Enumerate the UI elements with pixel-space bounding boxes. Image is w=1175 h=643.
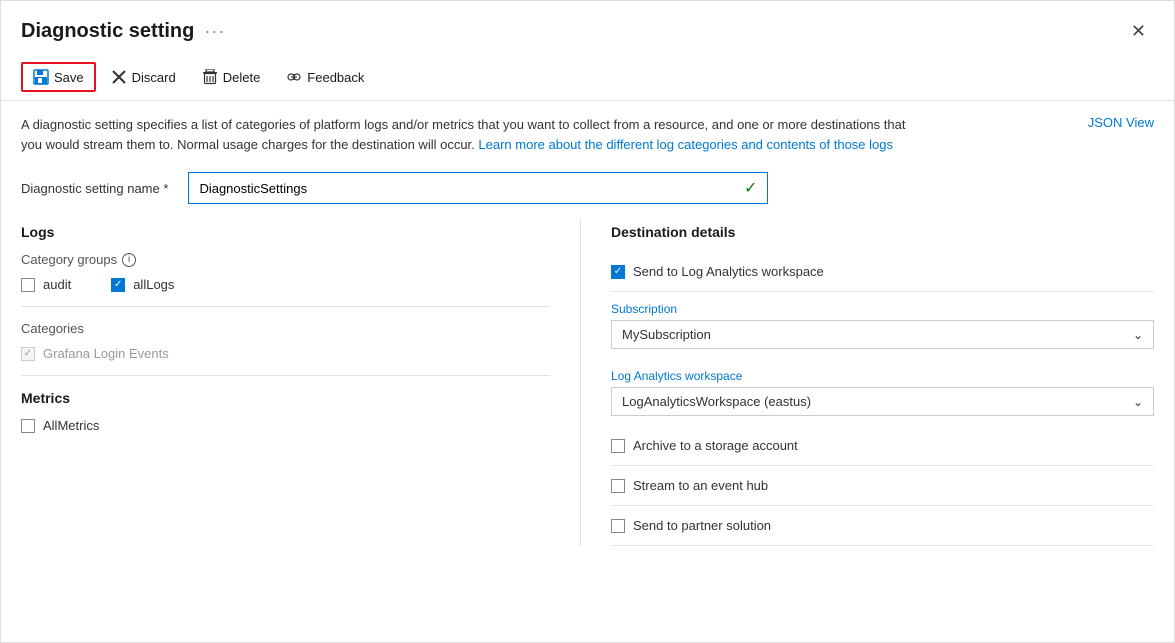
dialog-dots: ··· — [204, 21, 225, 42]
feedback-icon — [286, 69, 302, 85]
categories-section: Categories Grafana Login Events — [21, 321, 550, 361]
workspace-dropdown[interactable]: LogAnalyticsWorkspace (eastus) ⌄ — [611, 387, 1154, 416]
learn-more-link[interactable]: Learn more about the different log categ… — [478, 137, 893, 152]
storage-checkbox[interactable] — [611, 439, 625, 453]
description-area: A diagnostic setting specifies a list of… — [1, 101, 1174, 162]
required-marker: * — [163, 181, 168, 196]
subscription-value: MySubscription — [622, 327, 711, 342]
allmetrics-checkbox-item: AllMetrics — [21, 418, 550, 433]
logs-divider — [21, 306, 550, 307]
destination-section-title: Destination details — [611, 224, 1154, 240]
delete-button[interactable]: Delete — [191, 63, 272, 91]
category-groups-row: audit allLogs — [21, 277, 550, 292]
save-button[interactable]: Save — [21, 62, 96, 92]
dest-storage-row: Archive to a storage account — [611, 426, 1154, 466]
workspace-label: Log Analytics workspace — [611, 369, 1154, 383]
discard-icon — [111, 69, 127, 85]
storage-label: Archive to a storage account — [633, 438, 798, 453]
workspace-value: LogAnalyticsWorkspace (eastus) — [622, 394, 811, 409]
workspace-chevron-icon: ⌄ — [1133, 395, 1143, 409]
alllogs-checkbox-item: allLogs — [111, 277, 174, 292]
setting-name-input-wrapper: ✓ — [188, 172, 768, 204]
category-groups-label: Category groups i — [21, 252, 550, 267]
toolbar: Save Discard D — [1, 56, 1174, 101]
dest-log-analytics-row: Send to Log Analytics workspace — [611, 252, 1154, 292]
description-text: A diagnostic setting specifies a list of… — [21, 115, 921, 154]
metrics-section: Metrics AllMetrics — [21, 390, 550, 433]
setting-name-row: Diagnostic setting name * ✓ — [1, 162, 1174, 218]
log-analytics-checkbox[interactable] — [611, 265, 625, 279]
delete-label: Delete — [223, 70, 261, 85]
allmetrics-checkbox[interactable] — [21, 419, 35, 433]
audit-checkbox[interactable] — [21, 278, 35, 292]
setting-name-input[interactable] — [199, 181, 744, 196]
valid-check-icon: ✓ — [744, 178, 757, 198]
logs-section-title: Logs — [21, 224, 550, 240]
json-view-link[interactable]: JSON View — [1088, 115, 1154, 130]
categories-label: Categories — [21, 321, 550, 336]
allmetrics-label: AllMetrics — [43, 418, 99, 433]
dialog-title: Diagnostic setting — [21, 20, 194, 43]
partner-label: Send to partner solution — [633, 518, 771, 533]
close-button[interactable]: ✕ — [1123, 17, 1154, 46]
audit-checkbox-item: audit — [21, 277, 71, 292]
subscription-chevron-icon: ⌄ — [1133, 328, 1143, 342]
grafana-checkbox-item: Grafana Login Events — [21, 346, 550, 361]
right-panel: Destination details Send to Log Analytic… — [581, 218, 1154, 546]
event-hub-label: Stream to an event hub — [633, 478, 768, 493]
audit-label: audit — [43, 277, 71, 292]
save-icon — [33, 69, 49, 85]
event-hub-checkbox[interactable] — [611, 479, 625, 493]
left-panel: Logs Category groups i audit allLogs — [21, 218, 581, 546]
alllogs-checkbox[interactable] — [111, 278, 125, 292]
discard-label: Discard — [132, 70, 176, 85]
dest-partner-row: Send to partner solution — [611, 506, 1154, 546]
info-icon[interactable]: i — [122, 253, 136, 267]
dest-event-hub-row: Stream to an event hub — [611, 466, 1154, 506]
setting-name-label: Diagnostic setting name * — [21, 181, 168, 196]
diagnostic-setting-dialog: Diagnostic setting ··· ✕ Save — [0, 0, 1175, 643]
feedback-button[interactable]: Feedback — [275, 63, 375, 91]
save-label: Save — [54, 70, 84, 85]
partner-checkbox[interactable] — [611, 519, 625, 533]
log-analytics-label: Send to Log Analytics workspace — [633, 264, 824, 279]
grafana-label: Grafana Login Events — [43, 346, 169, 361]
subscription-dropdown[interactable]: MySubscription ⌄ — [611, 320, 1154, 349]
alllogs-label: allLogs — [133, 277, 174, 292]
feedback-label: Feedback — [307, 70, 364, 85]
workspace-section: Log Analytics workspace LogAnalyticsWork… — [611, 359, 1154, 416]
discard-button[interactable]: Discard — [100, 63, 187, 91]
metrics-section-title: Metrics — [21, 390, 550, 406]
grafana-checkbox — [21, 347, 35, 361]
subscription-label: Subscription — [611, 302, 1154, 316]
main-content: Logs Category groups i audit allLogs — [1, 218, 1174, 546]
dialog-header: Diagnostic setting ··· ✕ — [1, 1, 1174, 56]
subscription-section: Subscription MySubscription ⌄ — [611, 292, 1154, 349]
delete-icon — [202, 69, 218, 85]
metrics-divider — [21, 375, 550, 376]
